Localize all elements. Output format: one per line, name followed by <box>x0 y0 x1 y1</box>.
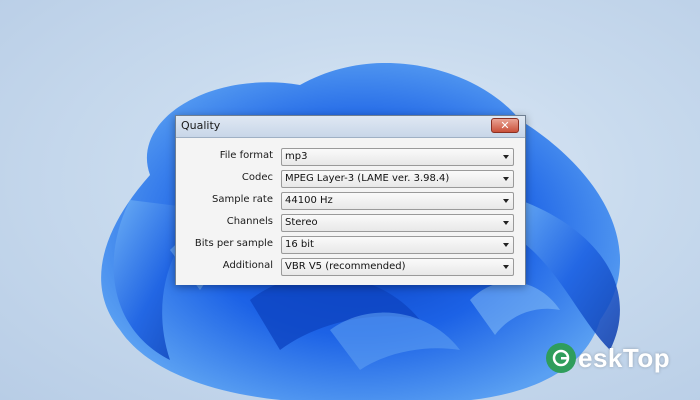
row-additional: Additional VBR V5 (recommended) <box>176 258 525 276</box>
chevron-down-icon <box>503 243 509 247</box>
additional-value: VBR V5 (recommended) <box>285 261 406 272</box>
close-button[interactable]: ✕ <box>491 118 519 133</box>
g-logo-icon <box>546 343 576 373</box>
dialog-title: Quality <box>181 119 221 132</box>
bits-per-sample-value: 16 bit <box>285 239 314 250</box>
watermark-text: eskTop <box>578 342 671 373</box>
row-channels: Channels Stereo <box>176 214 525 232</box>
chevron-down-icon <box>503 155 509 159</box>
file-format-label: File format <box>219 150 273 161</box>
chevron-down-icon <box>503 199 509 203</box>
file-format-select[interactable]: mp3 <box>281 148 514 166</box>
codec-value: MPEG Layer-3 (LAME ver. 3.98.4) <box>285 173 450 184</box>
file-format-value: mp3 <box>285 151 308 162</box>
row-codec: Codec MPEG Layer-3 (LAME ver. 3.98.4) <box>176 170 525 188</box>
chevron-down-icon <box>503 265 509 269</box>
bits-per-sample-label: Bits per sample <box>194 238 273 249</box>
chevron-down-icon <box>503 221 509 225</box>
dialog-body: File format mp3 Codec MPEG Layer-3 (LAME… <box>176 138 525 285</box>
additional-select[interactable]: VBR V5 (recommended) <box>281 258 514 276</box>
additional-label: Additional <box>222 260 273 271</box>
watermark-logo: eskTop <box>546 342 670 374</box>
row-file-format: File format mp3 <box>176 148 525 166</box>
dialog-titlebar[interactable]: Quality ✕ <box>176 116 525 138</box>
sample-rate-select[interactable]: 44100 Hz <box>281 192 514 210</box>
row-bits-per-sample: Bits per sample 16 bit <box>176 236 525 254</box>
bits-per-sample-select[interactable]: 16 bit <box>281 236 514 254</box>
codec-label: Codec <box>241 172 273 183</box>
channels-select[interactable]: Stereo <box>281 214 514 232</box>
codec-select[interactable]: MPEG Layer-3 (LAME ver. 3.98.4) <box>281 170 514 188</box>
channels-label: Channels <box>226 216 273 227</box>
row-sample-rate: Sample rate 44100 Hz <box>176 192 525 210</box>
sample-rate-value: 44100 Hz <box>285 195 333 206</box>
channels-value: Stereo <box>285 217 318 228</box>
sample-rate-label: Sample rate <box>212 194 273 205</box>
chevron-down-icon <box>503 177 509 181</box>
close-icon: ✕ <box>500 119 510 132</box>
quality-dialog: Quality ✕ File format mp3 Codec MPEG Lay… <box>175 115 526 285</box>
